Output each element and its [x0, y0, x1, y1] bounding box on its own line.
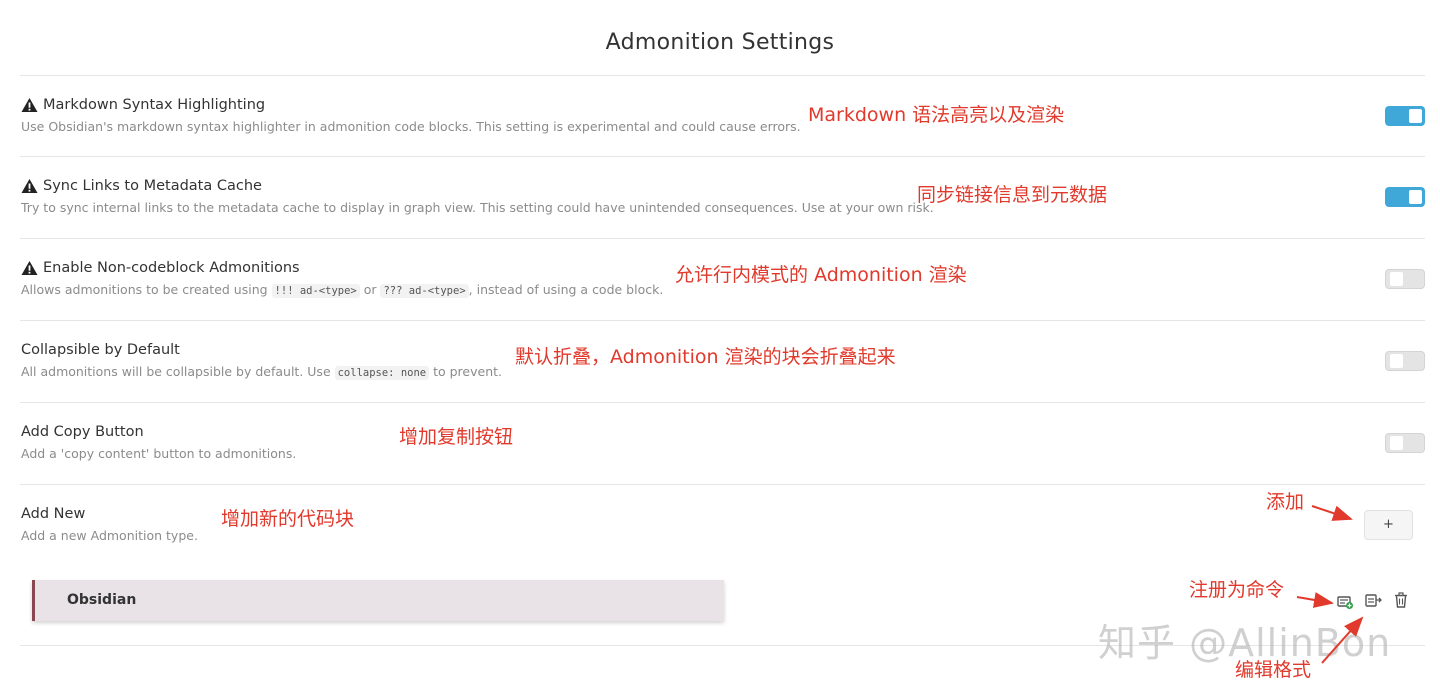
- annotation-arrows: [1296, 505, 1364, 664]
- arrow-add: [1311, 505, 1353, 521]
- arrow-register: [1296, 592, 1334, 608]
- arrow-edit: [1321, 616, 1364, 664]
